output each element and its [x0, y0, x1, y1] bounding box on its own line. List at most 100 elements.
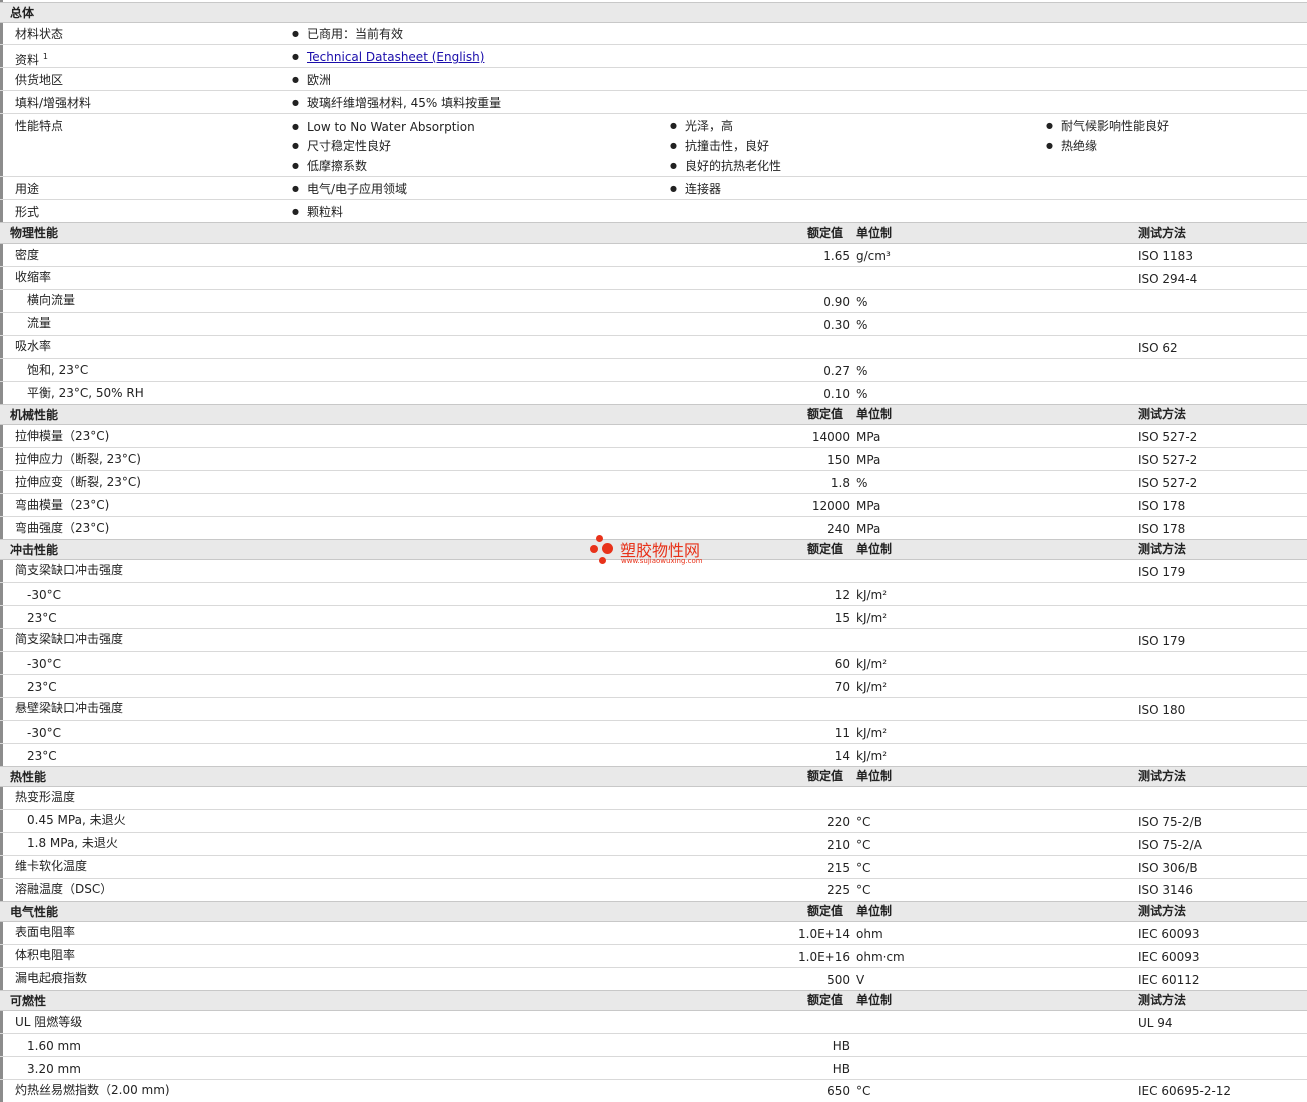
row-label: 表面电阻率	[15, 925, 76, 939]
col-nominal: 额定值	[807, 407, 844, 421]
col-test: 测试方法	[1138, 993, 1187, 1007]
row-docs: 资料 1 Technical Datasheet (English)	[0, 45, 1307, 68]
row-test: ISO 62	[1138, 341, 1178, 355]
row-value: 70	[834, 680, 850, 694]
col-nominal: 额定值	[807, 904, 844, 918]
row-unit: MPa	[856, 522, 881, 536]
row-unit: kJ/m²	[856, 749, 888, 763]
row-value: 240	[827, 522, 850, 536]
row-unit: °C	[856, 838, 871, 852]
feature-item: 光泽，高	[670, 119, 733, 133]
section-title: 总体	[10, 6, 35, 20]
section-flammability: 可燃性 额定值 单位制 测试方法	[0, 990, 1307, 1011]
row-uses: 用途 电气/电子应用领域 连接器	[0, 177, 1307, 200]
row-test: ISO 178	[1138, 499, 1186, 513]
row-volume-res: 体积电阻率 1.0E+16 ohm·cm IEC 60093	[0, 945, 1307, 968]
row-test: ISO 1183	[1138, 249, 1193, 263]
row-label: 溶融温度（DSC）	[15, 882, 113, 896]
row-label: 供货地区	[15, 73, 64, 87]
use-item: 电气/电子应用领域	[292, 182, 407, 196]
section-title: 物理性能	[10, 226, 59, 240]
row-value: 60	[834, 657, 850, 671]
row-water-eq: 平衡, 23°C, 50% RH 0.10 %	[0, 382, 1307, 404]
row-unit: %	[856, 364, 868, 378]
row-ul-2: 3.20 mm HB	[0, 1057, 1307, 1080]
section-title: 机械性能	[10, 408, 59, 422]
row-label: 横向流量	[27, 293, 76, 307]
section-mechanical: 机械性能 额定值 单位制 测试方法	[0, 404, 1307, 425]
row-test: UL 94	[1138, 1016, 1173, 1030]
row-unit: %	[856, 295, 868, 309]
row-label: 拉伸应变（断裂, 23°C)	[15, 475, 141, 489]
row-test: ISO 294-4	[1138, 272, 1198, 286]
row-label: 填料/增强材料	[15, 96, 92, 110]
row-unit: g/cm³	[856, 249, 891, 263]
row-test: ISO 3146	[1138, 883, 1193, 897]
watermark: 塑胶物性网 www.sujiaowuxing.com	[590, 533, 730, 573]
row-value: 12000	[811, 499, 850, 513]
col-nominal: 额定值	[807, 769, 844, 783]
row-label: 漏电起痕指数	[15, 971, 88, 985]
row-value: 12	[834, 588, 850, 602]
row-label: 资料 1	[15, 52, 48, 67]
row-value: 0.27	[823, 364, 850, 378]
row-test: ISO 180	[1138, 703, 1186, 717]
row-form: 形式 颗粒料	[0, 200, 1307, 222]
row-shrink-tf: 横向流量 0.90 %	[0, 290, 1307, 313]
row-melt: 溶融温度（DSC） 225 °C ISO 3146	[0, 879, 1307, 901]
row-value: 225	[827, 883, 850, 897]
col-nominal: 额定值	[807, 993, 844, 1007]
row-unit: kJ/m²	[856, 680, 888, 694]
col-unit: 单位制	[856, 993, 893, 1007]
row-value: 1.0E+14	[798, 927, 850, 941]
row-charpy-1a: -30°C 12 kJ/m²	[0, 583, 1307, 606]
filler-value: 玻璃纤维增强材料, 45% 填料按重量	[292, 96, 501, 110]
use-item: 连接器	[670, 182, 721, 196]
row-unit: °C	[856, 1084, 871, 1098]
row-shrink: 收缩率 ISO 294-4	[0, 267, 1307, 290]
row-value: 15	[834, 611, 850, 625]
row-value: 1.65	[823, 249, 850, 263]
row-label: 密度	[15, 248, 40, 262]
row-unit: ohm	[856, 927, 883, 941]
row-surface-res: 表面电阻率 1.0E+14 ohm IEC 60093	[0, 922, 1307, 945]
row-test: ISO 179	[1138, 565, 1186, 579]
row-test: ISO 75-2/A	[1138, 838, 1202, 852]
row-label: 形式	[15, 205, 40, 219]
row-test: ISO 527-2	[1138, 430, 1198, 444]
row-filler: 填料/增强材料 玻璃纤维增强材料, 45% 填料按重量	[0, 91, 1307, 114]
row-flex-modulus: 弯曲模量（23°C) 12000 MPa ISO 178	[0, 494, 1307, 517]
section-thermal: 热性能 额定值 单位制 测试方法	[0, 766, 1307, 787]
row-label: 拉伸应力（断裂, 23°C)	[15, 452, 141, 466]
row-unit: kJ/m²	[856, 657, 888, 671]
feature-item: 热绝缘	[1046, 139, 1097, 153]
row-density: 密度 1.65 g/cm³ ISO 1183	[0, 244, 1307, 267]
row-test: ISO 527-2	[1138, 476, 1198, 490]
row-unit: °C	[856, 815, 871, 829]
col-test: 测试方法	[1138, 226, 1187, 240]
row-label: 体积电阻率	[15, 948, 76, 962]
datasheet-link[interactable]: Technical Datasheet (English)	[307, 50, 484, 64]
col-test: 测试方法	[1138, 542, 1187, 556]
row-label: -30°C	[27, 726, 61, 740]
row-value: 0.10	[823, 387, 850, 401]
row-label: 弯曲强度（23°C)	[15, 521, 110, 535]
col-nominal: 额定值	[807, 226, 844, 240]
row-region: 供货地区 欧洲	[0, 68, 1307, 91]
row-features: 性能特点 Low to No Water Absorption 光泽，高 耐气候…	[0, 114, 1307, 177]
watermark-logo-icon	[596, 535, 603, 542]
row-label: 拉伸模量（23°C)	[15, 429, 110, 443]
feature-item: 耐气候影响性能良好	[1046, 119, 1169, 133]
row-tensile-stress: 拉伸应力（断裂, 23°C) 150 MPa ISO 527-2	[0, 448, 1307, 471]
row-unit: kJ/m²	[856, 588, 888, 602]
row-value: 11	[834, 726, 850, 740]
row-label: 1.8 MPa, 未退火	[27, 836, 118, 850]
row-hdt-1: 0.45 MPa, 未退火 220 °C ISO 75-2/B	[0, 810, 1307, 833]
row-charpy-1b: 23°C 15 kJ/m²	[0, 606, 1307, 629]
row-unit: V	[856, 973, 865, 987]
row-test: IEC 60093	[1138, 950, 1200, 964]
watermark-logo-icon	[590, 545, 598, 553]
row-test: IEC 60093	[1138, 927, 1200, 941]
row-unit: ohm·cm	[856, 950, 905, 964]
row-water: 吸水率 ISO 62	[0, 336, 1307, 359]
